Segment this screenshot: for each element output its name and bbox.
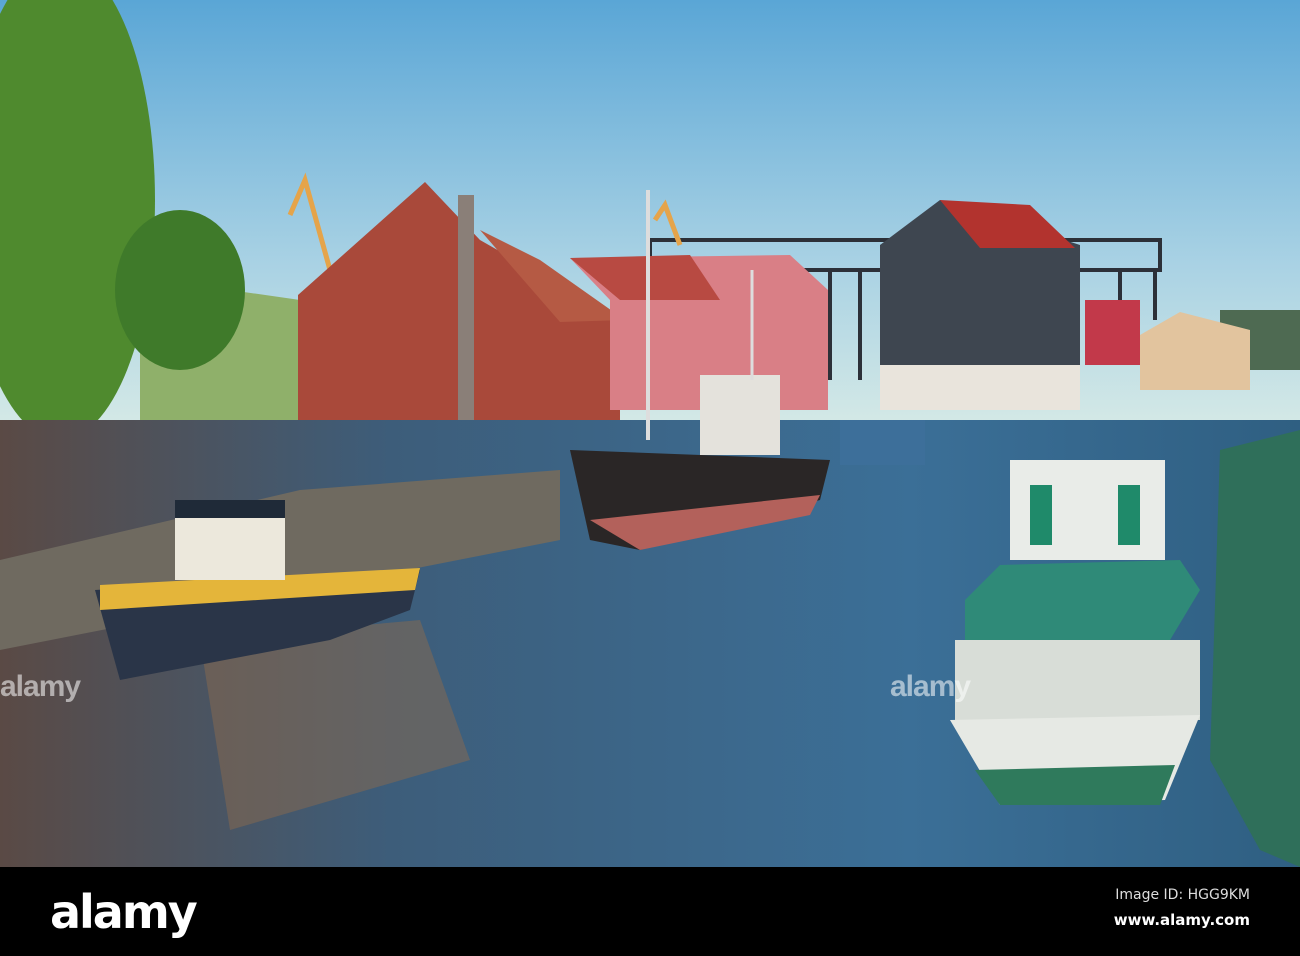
website-url: www.alamy.com [1113, 911, 1250, 929]
watermark: alamy [890, 670, 971, 703]
alamy-logo: alamy [50, 885, 198, 939]
harbour-scene [0, 0, 1300, 867]
footer-bar: alamy Image ID: HGG9KM www.alamy.com [0, 867, 1300, 956]
image-id: Image ID: HGG9KM [1115, 887, 1250, 903]
red-house [1085, 300, 1140, 365]
tree [115, 210, 245, 370]
stock-photo: alamy alamy alamy Image ID: HGG9KM www.a… [0, 0, 1300, 956]
building-base [880, 365, 1080, 410]
blue-boat [840, 420, 925, 465]
watermark: alamy [0, 670, 81, 703]
